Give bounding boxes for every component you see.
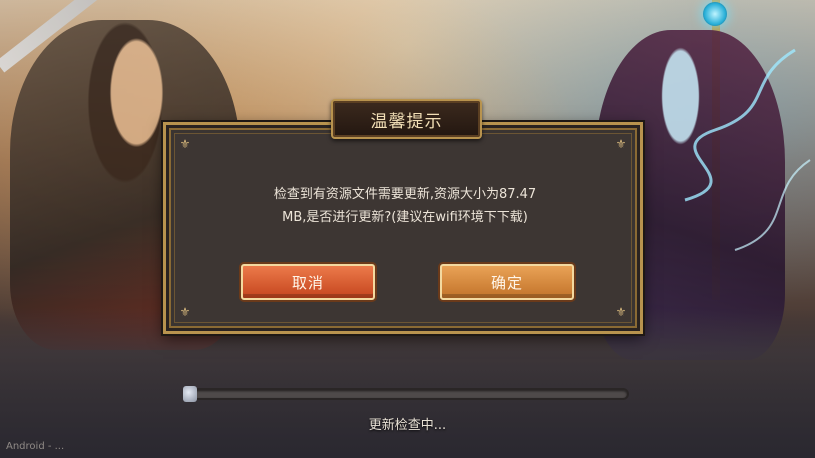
orb-art bbox=[703, 2, 727, 26]
cancel-button[interactable]: 取消 bbox=[241, 264, 375, 300]
dialog-title: 温馨提示 bbox=[370, 111, 443, 132]
dialog-title-plate: 温馨提示 bbox=[331, 99, 482, 139]
loading-status-text: 更新检查中... bbox=[368, 418, 447, 433]
fleur-icon: ⚜ bbox=[179, 137, 191, 151]
fleur-icon: ⚜ bbox=[179, 305, 191, 319]
dialog-message-line: MB,是否进行更新?(建议在wifi环境下下载) bbox=[282, 210, 528, 225]
confirm-button-label: 确定 bbox=[490, 273, 523, 292]
fleur-icon: ⚜ bbox=[615, 137, 627, 151]
dialog-message: 检查到有资源文件需要更新,资源大小为87.47 MB,是否进行更新?(建议在wi… bbox=[200, 183, 610, 229]
confirm-button[interactable]: 确定 bbox=[440, 264, 574, 300]
progress-knob bbox=[183, 386, 197, 402]
loading-progress-bar bbox=[183, 388, 629, 400]
dialog-message-line: 检查到有资源文件需要更新,资源大小为87.47 bbox=[273, 187, 537, 202]
cancel-button-label: 取消 bbox=[291, 273, 324, 292]
version-text: Android - ... bbox=[6, 441, 65, 452]
fleur-icon: ⚜ bbox=[615, 305, 627, 319]
